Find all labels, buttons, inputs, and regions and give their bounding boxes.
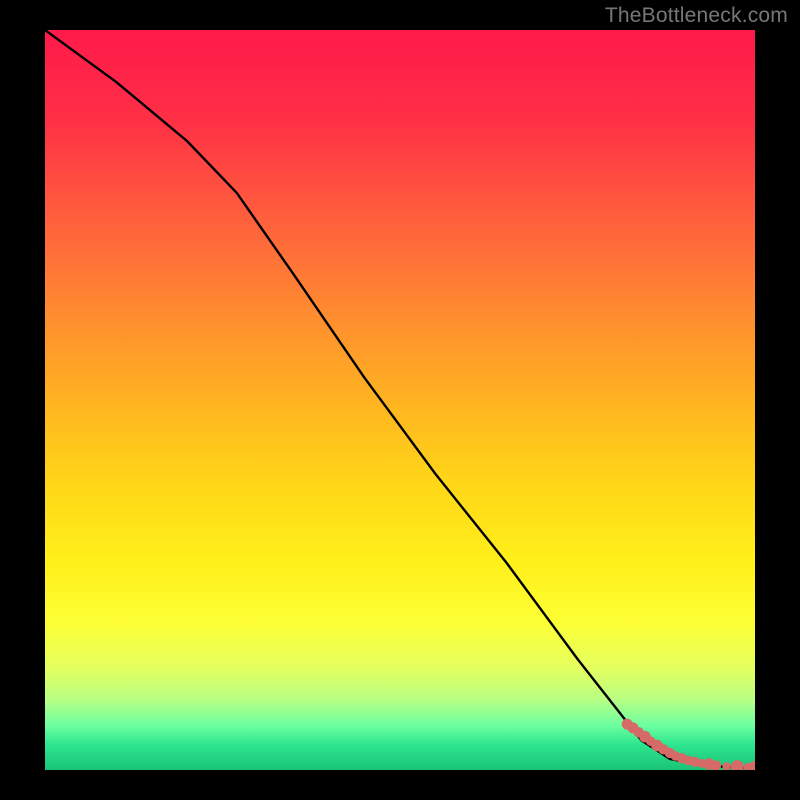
marker-point bbox=[711, 760, 721, 770]
marker-point bbox=[731, 760, 744, 773]
plot-background bbox=[45, 30, 755, 770]
marker-point bbox=[722, 762, 730, 770]
marker-point bbox=[749, 761, 762, 774]
chart-frame: TheBottleneck.com bbox=[0, 0, 800, 800]
bottleneck-chart bbox=[0, 0, 800, 800]
